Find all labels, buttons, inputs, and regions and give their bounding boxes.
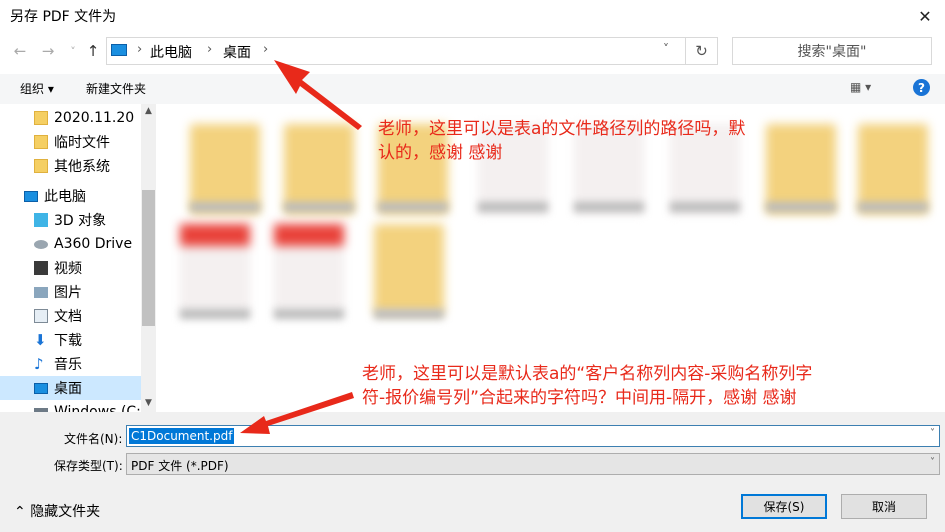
annotation-arrows [240, 60, 362, 434]
annotation-arrow-icon [274, 60, 362, 130]
annotation-arrow-icon [240, 392, 354, 434]
